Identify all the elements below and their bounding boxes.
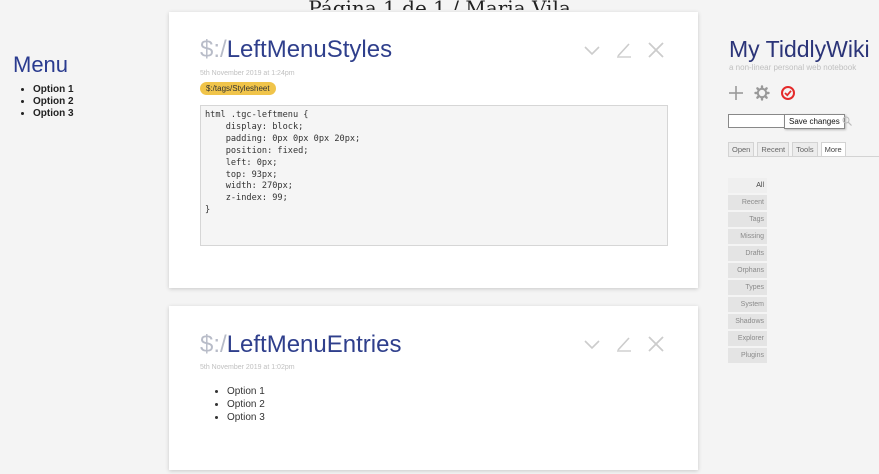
more-item-missing[interactable]: Missing [728, 229, 767, 244]
left-menu-item[interactable]: Option 2 [33, 96, 74, 108]
tiddler-date: 5th November 2019 at 1:24pm [200, 70, 295, 77]
more-item-shadows[interactable]: Shadows [728, 314, 767, 329]
tiddler-leftmenustyles: $:/LeftMenuStyles 5th November 2019 at 1… [169, 12, 698, 288]
close-icon[interactable] [646, 40, 666, 60]
tab-more[interactable]: More [820, 142, 846, 156]
more-item-types[interactable]: Types [728, 280, 767, 295]
site-title: My TiddlyWiki [729, 36, 870, 62]
tiddler-leftmenuentries: $:/LeftMenuEntries 5th November 2019 at … [169, 306, 698, 470]
left-menu-title: Menu [13, 52, 69, 77]
tiddler-title-prefix: $:/ [200, 331, 227, 358]
tiddler-date: 5th November 2019 at 1:02pm [200, 364, 295, 371]
chevron-down-icon[interactable] [582, 40, 602, 60]
tiddler-option-list: Option 1 Option 2 Option 3 [211, 385, 265, 424]
top-clipped-strip: Página 1 de 1 / Maria Vila [0, 0, 879, 10]
site-subtitle: a non-linear personal web notebook [729, 63, 857, 72]
left-menu-list: Option 1 Option 2 Option 3 [13, 84, 74, 120]
more-item-plugins[interactable]: Plugins [728, 348, 767, 363]
close-icon[interactable] [646, 334, 666, 354]
code-text: html .tgc-leftmenu { display: block; pad… [205, 110, 361, 216]
tag-pill[interactable]: $:/tags/Stylesheet [200, 82, 276, 95]
sidebar-tabs: Open Recent Tools More [728, 141, 879, 157]
more-item-all[interactable]: All [728, 178, 767, 193]
tiddler-title[interactable]: $:/LeftMenuStyles [200, 36, 392, 64]
left-menu-item[interactable]: Option 3 [33, 108, 74, 120]
tiddler-controls [582, 40, 666, 60]
more-item-tags[interactable]: Tags [728, 212, 767, 227]
more-tab-list: All Recent Tags Missing Drafts Orphans T… [728, 178, 767, 365]
edit-pencil-icon[interactable] [614, 40, 634, 60]
save-changes-tooltip: Save changes [784, 114, 845, 129]
list-item: Option 2 [227, 398, 265, 411]
list-item: Option 1 [227, 385, 265, 398]
tiddler-title-name: LeftMenuEntries [226, 331, 402, 358]
control-panel-gear-icon[interactable] [754, 85, 770, 101]
left-menu-item[interactable]: Option 1 [33, 84, 74, 96]
tab-open[interactable]: Open [728, 142, 755, 156]
edit-pencil-icon[interactable] [614, 334, 634, 354]
tab-recent[interactable]: Recent [757, 142, 790, 156]
more-item-recent[interactable]: Recent [728, 195, 767, 210]
left-menu: Menu Option 1 Option 2 Option 3 [13, 52, 74, 120]
tiddler-title[interactable]: $:/LeftMenuEntries [200, 331, 401, 359]
new-tiddler-plus-icon[interactable] [728, 85, 744, 101]
save-changes-icon[interactable] [780, 85, 796, 101]
chevron-down-icon[interactable] [582, 334, 602, 354]
code-block: html .tgc-leftmenu { display: block; pad… [200, 105, 668, 246]
tiddler-title-name: LeftMenuStyles [226, 36, 393, 63]
more-item-orphans[interactable]: Orphans [728, 263, 767, 278]
more-item-explorer[interactable]: Explorer [728, 331, 767, 346]
top-strip-text: Página 1 de 1 / Maria Vila [308, 0, 571, 10]
tiddler-controls [582, 334, 666, 354]
tab-tools[interactable]: Tools [792, 142, 818, 156]
list-item: Option 3 [227, 411, 265, 424]
more-item-system[interactable]: System [728, 297, 767, 312]
search-icon[interactable] [842, 116, 852, 126]
more-item-drafts[interactable]: Drafts [728, 246, 767, 261]
page-controls [728, 85, 796, 101]
tiddler-title-prefix: $:/ [200, 36, 227, 63]
